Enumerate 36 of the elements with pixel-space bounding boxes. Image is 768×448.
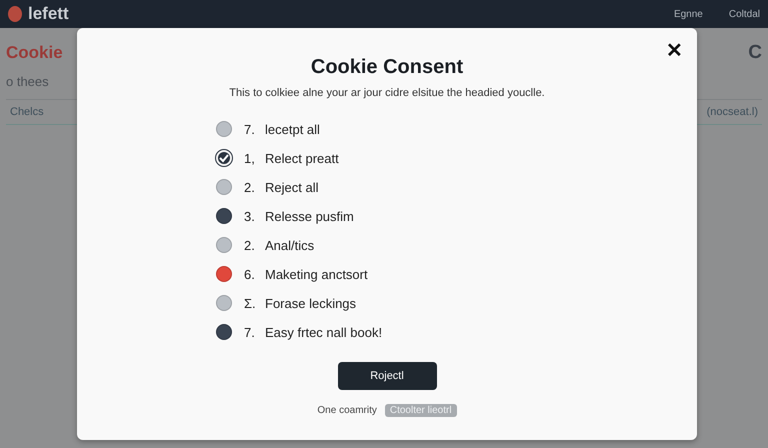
option-number: 1, — [244, 150, 256, 166]
radio-button[interactable] — [216, 324, 232, 340]
radio-button[interactable] — [216, 150, 232, 166]
logo-icon — [8, 6, 22, 22]
radio-button[interactable] — [216, 266, 232, 282]
logo: lefett — [28, 4, 69, 24]
option-label: lecetpt all — [265, 122, 320, 136]
page-heading: Cookie — [6, 43, 63, 63]
option-label: Relesse pusfim — [265, 208, 354, 224]
option-number: 6. — [244, 266, 256, 282]
option-number: 7. — [244, 122, 256, 136]
option-label: Reject all — [265, 180, 318, 194]
option-label: Relect preatt — [265, 150, 339, 166]
radio-button[interactable] — [216, 179, 232, 195]
footer-text: One coamrity — [317, 405, 377, 416]
option-label: Easy frtec nall book! — [265, 324, 382, 340]
modal-description: This to colkiee alne your ar jour cidre elsitue the headied youclle. — [229, 87, 545, 99]
intro-text: o thees — [6, 74, 50, 89]
option-label: Maketing anctsort — [265, 266, 368, 282]
nav-link[interactable]: Egnne — [674, 8, 703, 20]
option-label: Forase leckings — [265, 296, 356, 310]
reject-button[interactable]: Rojectl — [338, 362, 436, 390]
option-number: 2. — [244, 238, 256, 252]
close-button[interactable]: ✕ — [666, 38, 683, 63]
option-label: Anal/tics — [265, 238, 314, 252]
radio-button[interactable] — [216, 295, 232, 311]
nav-link[interactable]: Coltdal — [728, 8, 760, 20]
radio-button[interactable] — [216, 237, 232, 253]
option-number: Σ. — [244, 296, 257, 310]
modal-title: Cookie Consent — [310, 56, 464, 79]
radio-button[interactable] — [216, 208, 232, 224]
radio-button[interactable] — [216, 121, 232, 137]
option-number: 7. — [244, 324, 256, 340]
option-number: 3. — [244, 208, 256, 224]
check-icon — [219, 153, 229, 163]
option-number: 2. — [244, 180, 256, 194]
